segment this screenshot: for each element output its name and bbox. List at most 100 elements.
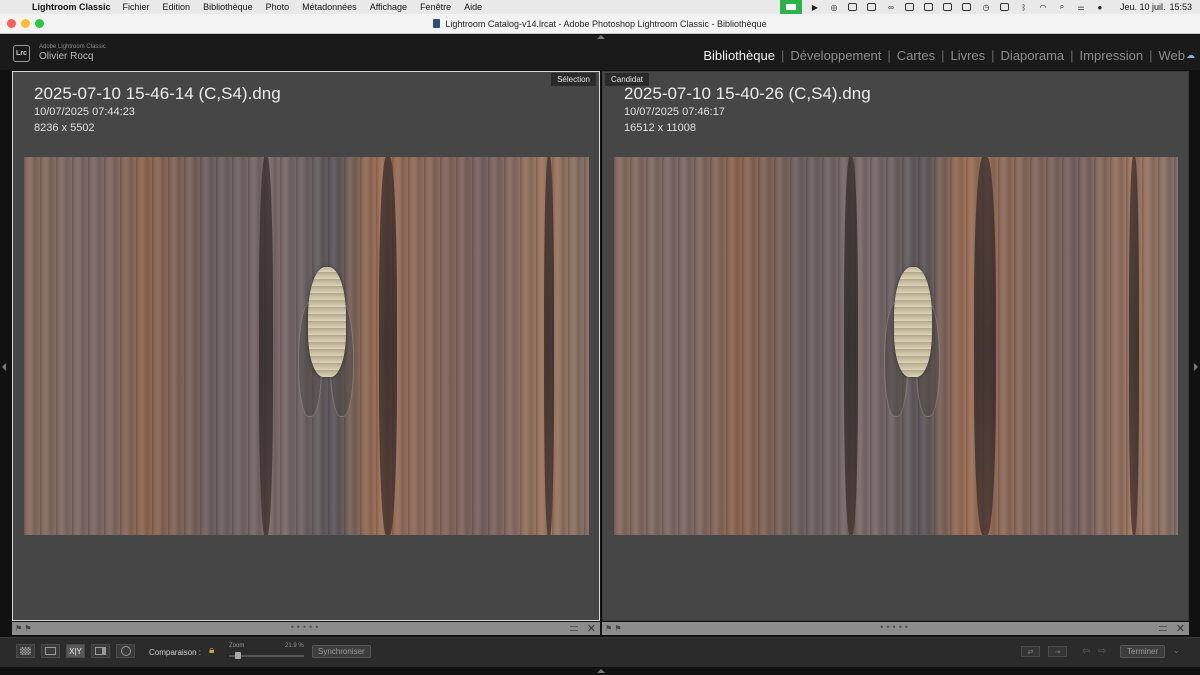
bluetooth-icon[interactable]: ᛒ xyxy=(1018,3,1030,12)
module-separator: | xyxy=(1149,48,1153,63)
date-text: Jeu. 10 juil. xyxy=(1119,2,1166,12)
flag-icon[interactable]: ⚑ ⚑ xyxy=(605,624,622,633)
screen-record-icon[interactable] xyxy=(866,3,878,12)
close-select-icon[interactable]: ✕ xyxy=(587,622,596,635)
module-separator: | xyxy=(887,48,891,63)
traffic-lights xyxy=(7,19,49,28)
sync-button[interactable]: Synchroniser xyxy=(312,645,371,658)
control-center-icon[interactable]: ⚌ xyxy=(1075,3,1087,12)
cicada-body xyxy=(308,267,346,377)
loupe-icon xyxy=(45,647,56,655)
flag-icon[interactable]: ⚑ ⚑ xyxy=(15,624,32,633)
next-photo-icon[interactable]: ⇨ xyxy=(1098,646,1106,657)
cloud-sync-icon[interactable]: ☁ xyxy=(1186,50,1197,60)
module-picker: Bibliothèque | Développement | Cartes | … xyxy=(703,48,1185,63)
play-icon[interactable]: ▶ xyxy=(809,3,821,12)
toolbar-menu-chevron-icon[interactable]: ⌄ xyxy=(1173,646,1180,655)
zoom-label: Zoom xyxy=(229,643,245,649)
module-separator: | xyxy=(941,48,945,63)
window-title: Lightroom Catalog-v14.lrcat - Adobe Phot… xyxy=(445,18,767,29)
make-select-button[interactable]: ⇥ xyxy=(1048,646,1067,657)
left-panel-toggle-icon[interactable] xyxy=(2,363,6,371)
window-titlebar: Lightroom Catalog-v14.lrcat - Adobe Phot… xyxy=(0,14,1200,34)
bottom-panel-toggle-icon[interactable] xyxy=(597,669,605,673)
compare-candidate-pane[interactable]: Candidat 2025-07-10 15-40-26 (C,S4).dng … xyxy=(602,71,1189,621)
module-impression[interactable]: Impression xyxy=(1080,48,1144,63)
menubar-clock[interactable]: Jeu. 10 juil. 15:53 xyxy=(1116,2,1192,12)
bark-crack xyxy=(379,157,397,535)
cicada-subject xyxy=(884,267,942,417)
lrc-logo-icon: Lrc xyxy=(13,45,30,62)
app-status-icon[interactable] xyxy=(904,3,916,12)
brand-text: Adobe Lightroom Classic xyxy=(39,44,106,50)
zoom-value: 21.9 % xyxy=(285,643,304,649)
done-button[interactable]: Terminer xyxy=(1120,645,1166,658)
creative-cloud-icon[interactable]: ∞ xyxy=(885,3,897,12)
rating-dots[interactable]: ••••• xyxy=(291,622,322,632)
select-photo[interactable] xyxy=(24,157,589,535)
select-pane-footer: ⚑ ⚑ ••••• ✕ xyxy=(12,622,600,635)
user-name: Olivier Rocq xyxy=(39,51,94,62)
zoom-slider-handle[interactable] xyxy=(235,652,241,659)
module-diaporama[interactable]: Diaporama xyxy=(1001,48,1065,63)
color-label-icon[interactable] xyxy=(1159,626,1167,631)
top-panel-toggle-icon[interactable] xyxy=(597,35,605,39)
close-candidate-icon[interactable]: ✕ xyxy=(1176,622,1185,635)
menu-fichier[interactable]: Fichier xyxy=(123,2,150,12)
wifi-icon[interactable]: ◠ xyxy=(1037,3,1049,12)
library-toolbar: X|Y Comparaison : 🔒︎ Zoom 21.9 % Synchro… xyxy=(0,637,1200,667)
camera-icon[interactable] xyxy=(847,3,859,12)
siri-icon[interactable]: ● xyxy=(1094,3,1106,12)
menu-fenetre[interactable]: Fenêtre xyxy=(420,2,451,12)
swap-button[interactable]: ⇄ xyxy=(1021,646,1040,657)
close-window-button[interactable] xyxy=(7,19,16,28)
module-bibliotheque[interactable]: Bibliothèque xyxy=(703,48,775,63)
compare-view-button[interactable]: X|Y xyxy=(66,644,85,658)
wechat-icon[interactable]: ◎ xyxy=(828,3,840,12)
time-text: 15:53 xyxy=(1169,2,1192,12)
facetime-icon[interactable] xyxy=(779,0,802,14)
menu-affichage[interactable]: Affichage xyxy=(370,2,407,12)
module-cartes[interactable]: Cartes xyxy=(897,48,935,63)
cicada-subject xyxy=(298,267,356,417)
select-filename: 2025-07-10 15-46-14 (C,S4).dng xyxy=(34,84,281,103)
bark-crack xyxy=(974,157,996,535)
compare-select-pane[interactable]: Sélection 2025-07-10 15-46-14 (C,S4).dng… xyxy=(12,71,600,621)
calendar-icon[interactable] xyxy=(942,3,954,12)
document-icon xyxy=(433,19,441,28)
grid-icon xyxy=(20,647,31,655)
zoom-lock-icon[interactable]: 🔒︎ xyxy=(209,645,214,656)
rating-dots[interactable]: ••••• xyxy=(880,622,911,632)
app-menu[interactable]: Lightroom Classic xyxy=(32,2,111,12)
module-web[interactable]: Web xyxy=(1159,48,1186,63)
zoom-slider[interactable] xyxy=(229,652,304,659)
people-icon xyxy=(120,646,131,656)
menu-photo[interactable]: Photo xyxy=(266,2,290,12)
previous-photo-icon[interactable]: ⇦ xyxy=(1082,646,1090,657)
module-separator: | xyxy=(991,48,995,63)
menu-edition[interactable]: Edition xyxy=(163,2,191,12)
keyboard-icon[interactable] xyxy=(961,3,973,12)
color-label-icon[interactable] xyxy=(570,626,578,631)
clipboard-icon[interactable] xyxy=(923,3,935,12)
minimize-window-button[interactable] xyxy=(21,19,30,28)
loupe-view-button[interactable] xyxy=(41,644,60,658)
cicada-body xyxy=(894,267,932,377)
survey-view-button[interactable] xyxy=(91,644,110,658)
candidate-photo[interactable] xyxy=(614,157,1178,535)
clock-icon[interactable]: ◷ xyxy=(980,3,992,12)
zoom-window-button[interactable] xyxy=(35,19,44,28)
candidate-datetime: 10/07/2025 07:46:17 xyxy=(624,106,725,118)
module-livres[interactable]: Livres xyxy=(950,48,985,63)
bark-crack xyxy=(1129,157,1139,535)
module-developpement[interactable]: Développement xyxy=(790,48,881,63)
menu-aide[interactable]: Aide xyxy=(464,2,482,12)
identity-plate: Lrc Adobe Lightroom Classic Olivier Rocq… xyxy=(0,35,1200,70)
right-panel-toggle-icon[interactable] xyxy=(1194,363,1198,371)
battery-icon[interactable] xyxy=(999,3,1011,12)
grid-view-button[interactable] xyxy=(16,644,35,658)
people-view-button[interactable] xyxy=(116,644,135,658)
menu-metadonnees[interactable]: Métadonnées xyxy=(302,2,357,12)
search-icon[interactable]: ⌕ xyxy=(1056,2,1068,12)
menu-bibliotheque[interactable]: Bibliothèque xyxy=(203,2,253,12)
